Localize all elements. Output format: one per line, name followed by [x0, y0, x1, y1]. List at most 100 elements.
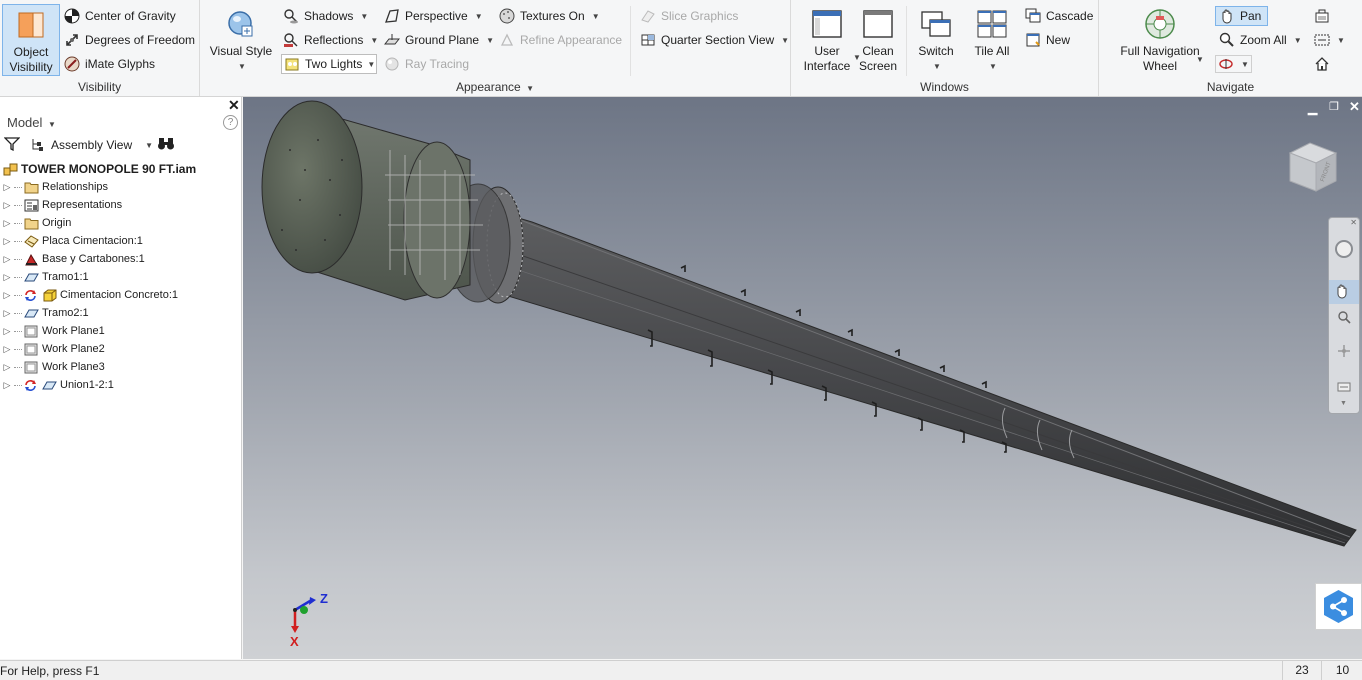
orbit-button[interactable]: ▼ [1215, 55, 1252, 73]
tile-all-label: Tile All [974, 44, 1010, 58]
browser-close-icon[interactable]: ✕ [228, 97, 240, 114]
quarter-section-view-icon [640, 32, 656, 48]
switch-button[interactable]: Switch ▼ [911, 8, 961, 74]
tree-item[interactable]: ▷ Work Plane3 [0, 358, 105, 376]
browser-title[interactable]: Model ▼ [7, 115, 56, 130]
zoom-window-button[interactable]: ▼ [1314, 32, 1345, 48]
navbar-orbit-icon[interactable] [1337, 344, 1351, 361]
expand-chevron-icon[interactable]: ▷ [0, 290, 14, 301]
refine-appearance-button[interactable]: Refine Appearance [499, 32, 622, 48]
navbar-close-icon[interactable]: ✕ [1350, 218, 1357, 227]
expand-chevron-icon[interactable]: ▷ [0, 308, 14, 319]
browser-title-dropdown-icon[interactable]: ▼ [48, 120, 56, 129]
expand-chevron-icon[interactable]: ▷ [0, 200, 14, 211]
assembly-view-dropdown-icon[interactable]: ▼ [145, 141, 153, 150]
find-binoculars-icon[interactable] [157, 137, 175, 154]
navigate-panel: Full Navigation Wheel ▼ Pan Zoom All ▼ ▼ … [1099, 0, 1362, 96]
expand-chevron-icon[interactable]: ▷ [0, 218, 14, 229]
center-of-gravity-icon [64, 8, 80, 24]
new-window-button[interactable]: New [1025, 32, 1070, 48]
expand-chevron-icon[interactable]: ▷ [0, 236, 14, 247]
navbar-look-at-icon[interactable] [1337, 380, 1351, 395]
new-window-icon [1025, 32, 1041, 48]
tree-connector [14, 366, 22, 368]
home-view-button[interactable] [1314, 56, 1330, 72]
expand-chevron-icon[interactable]: ▷ [0, 344, 14, 355]
steering-wheel-icon[interactable] [1335, 240, 1353, 258]
pan-button[interactable]: Pan [1215, 6, 1269, 26]
zoom-all-button[interactable]: Zoom All ▼ [1219, 32, 1302, 48]
shadows-dropdown-icon[interactable]: ▼ [360, 12, 368, 21]
tree-item[interactable]: ▷ Work Plane1 [0, 322, 105, 340]
expand-chevron-icon[interactable]: ▷ [0, 380, 14, 391]
tree-item[interactable]: ▷ Tramo2:1 [0, 304, 89, 322]
cascade-button[interactable]: Cascade [1025, 8, 1093, 24]
viewcube[interactable]: FRONT [1286, 141, 1342, 193]
tree-item[interactable]: ▷ Relationships [0, 178, 108, 196]
expand-chevron-icon[interactable]: ▷ [0, 254, 14, 265]
ribbon: Object Visibility Center of Gravity Degr… [0, 0, 1362, 97]
expand-chevron-icon[interactable]: ▷ [0, 182, 14, 193]
assembly-view-dropdown[interactable]: Assembly View ▼ [30, 137, 153, 153]
ground-plane-dropdown-icon[interactable]: ▼ [486, 36, 494, 45]
tree-item[interactable]: ▷ Cimentacion Concreto:1 [0, 286, 178, 304]
orbit-dropdown-icon[interactable]: ▼ [1241, 60, 1249, 69]
textures-on-button[interactable]: Textures On ▼ [499, 8, 600, 24]
viewport-close-icon[interactable]: ✕ [1349, 99, 1360, 115]
full-navigation-wheel-button[interactable]: Full Navigation Wheel [1107, 8, 1213, 74]
tree-item[interactable]: ▷ Base y Cartabones:1 [0, 250, 145, 268]
tree-item[interactable]: ▷ Representations [0, 196, 122, 214]
zoom-window-dropdown-icon[interactable]: ▼ [1337, 36, 1345, 45]
ray-tracing-button[interactable]: Ray Tracing [384, 56, 469, 72]
shadows-button[interactable]: Shadows ▼ [283, 8, 368, 24]
visual-style-dropdown-icon[interactable]: ▼ [208, 59, 276, 74]
object-visibility-button[interactable]: Object Visibility [2, 4, 60, 76]
tower-monopole-model[interactable] [243, 97, 1362, 659]
degrees-of-freedom-button[interactable]: Degrees of Freedom [64, 32, 195, 48]
viewport-restore-icon[interactable]: ❐ [1329, 100, 1339, 113]
visual-style-button[interactable]: Visual Style ▼ [206, 8, 276, 74]
tree-item-label: Tramo1:1 [42, 271, 89, 283]
tree-item[interactable]: ▷ Tramo1:1 [0, 268, 89, 286]
two-lights-select[interactable]: Two Lights ▼ [281, 54, 377, 74]
reflections-dropdown-icon[interactable]: ▼ [370, 36, 378, 45]
quarter-section-view-button[interactable]: Quarter Section View ▼ [640, 32, 789, 48]
imate-glyphs-button[interactable]: iMate Glyphs [64, 56, 155, 72]
navbar-customize-icon[interactable]: ▼ [1340, 400, 1347, 407]
perspective-button[interactable]: Perspective ▼ [384, 8, 483, 24]
reflections-button[interactable]: Reflections ▼ [283, 32, 378, 48]
clean-screen-button[interactable]: Clean Screen [853, 8, 903, 74]
tree-item[interactable]: ▷ Placa Cimentacion:1 [0, 232, 143, 250]
expand-chevron-icon[interactable]: ▷ [0, 272, 14, 283]
navbar-pan-icon[interactable] [1329, 280, 1359, 304]
quarter-section-view-dropdown-icon[interactable]: ▼ [781, 36, 789, 45]
tile-all-dropdown-icon[interactable]: ▼ [968, 59, 1018, 74]
perspective-dropdown-icon[interactable]: ▼ [475, 12, 483, 21]
expand-chevron-icon[interactable]: ▷ [0, 326, 14, 337]
ground-plane-button[interactable]: Ground Plane ▼ [383, 32, 494, 48]
filter-icon[interactable] [3, 137, 21, 154]
navbar-zoom-icon[interactable] [1337, 310, 1351, 327]
center-of-gravity-button[interactable]: Center of Gravity [64, 8, 176, 24]
tree-item-label: Work Plane2 [42, 343, 105, 355]
tree-item[interactable]: ▷ Origin [0, 214, 71, 232]
full-navigation-wheel-dropdown-icon[interactable]: ▼ [1196, 55, 1204, 64]
slice-graphics-button[interactable]: Slice Graphics [640, 8, 738, 24]
zoom-window-icon [1314, 32, 1330, 48]
two-lights-dropdown-icon[interactable]: ▼ [367, 60, 375, 69]
textures-on-dropdown-icon[interactable]: ▼ [592, 12, 600, 21]
help-icon[interactable]: ? [223, 115, 238, 130]
tree-item[interactable]: ▷ Union1-2:1 [0, 376, 114, 394]
tree-item[interactable]: ▷ Work Plane2 [0, 340, 105, 358]
look-at-button[interactable] [1314, 8, 1330, 24]
appearance-panel-expand-icon[interactable]: ▼ [526, 84, 534, 93]
tree-root[interactable]: TOWER MONOPOLE 90 FT.iam [3, 160, 196, 178]
share-view-button[interactable] [1315, 583, 1362, 630]
zoom-all-dropdown-icon[interactable]: ▼ [1294, 36, 1302, 45]
graphics-viewport[interactable]: ▁ ❐ ✕ FRONT ✕ ▼ Z X [243, 97, 1362, 659]
tile-all-button[interactable]: Tile All ▼ [966, 8, 1018, 74]
switch-dropdown-icon[interactable]: ▼ [913, 59, 961, 74]
expand-chevron-icon[interactable]: ▷ [0, 362, 14, 373]
viewport-minimize-icon[interactable]: ▁ [1308, 101, 1317, 115]
user-interface-button[interactable]: User Interface [799, 8, 855, 74]
